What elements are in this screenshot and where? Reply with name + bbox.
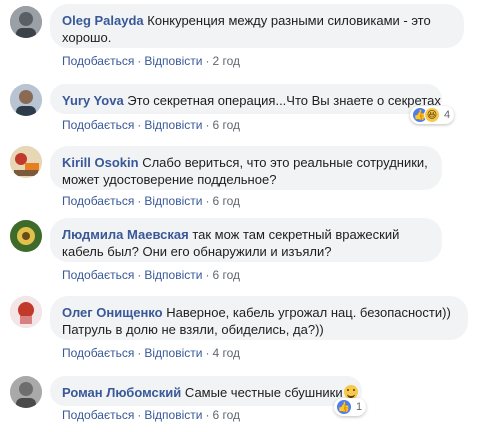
comment-actions: Подобається · Відповісти · 2 год bbox=[62, 53, 240, 69]
separator: · bbox=[137, 408, 142, 422]
separator: · bbox=[205, 118, 210, 132]
comment-actions: Подобається · Відповісти · 6 год bbox=[62, 193, 240, 209]
reply-link[interactable]: Відповісти bbox=[144, 268, 202, 282]
comment-time[interactable]: 4 год bbox=[212, 346, 240, 360]
haha-icon: 😆 bbox=[424, 107, 440, 123]
comment-time[interactable]: 6 год bbox=[212, 194, 240, 208]
separator: · bbox=[137, 268, 142, 282]
comment-bubble: Олег Онищенко Наверное, кабель угрожал н… bbox=[50, 296, 468, 340]
like-link[interactable]: Подобається bbox=[62, 408, 134, 422]
like-icon: 👍 bbox=[336, 399, 352, 415]
comment-actions: Подобається · Відповісти · 6 год bbox=[62, 267, 240, 283]
avatar[interactable] bbox=[10, 146, 42, 178]
comment-time[interactable]: 6 год bbox=[212, 408, 240, 422]
separator: · bbox=[205, 268, 210, 282]
avatar[interactable] bbox=[10, 84, 42, 116]
separator: · bbox=[205, 54, 210, 68]
comment-author[interactable]: Yury Yova bbox=[62, 93, 124, 108]
comment-author[interactable]: Kirill Osokin bbox=[62, 155, 139, 170]
reply-link[interactable]: Відповісти bbox=[144, 408, 202, 422]
comment-time[interactable]: 6 год bbox=[212, 268, 240, 282]
comment-actions: Подобається · Відповісти · 6 год bbox=[62, 407, 240, 423]
reaction-count: 4 bbox=[444, 109, 451, 121]
separator: · bbox=[137, 118, 142, 132]
comment-author[interactable]: Олег Онищенко bbox=[62, 305, 163, 320]
like-link[interactable]: Подобається bbox=[62, 346, 134, 360]
separator: · bbox=[137, 194, 142, 208]
avatar[interactable] bbox=[10, 296, 42, 328]
separator: · bbox=[137, 54, 142, 68]
separator: · bbox=[205, 408, 210, 422]
like-link[interactable]: Подобається bbox=[62, 268, 134, 282]
comment-actions: Подобається · Відповісти · 6 год bbox=[62, 117, 240, 133]
comment-bubble: Yury Yova Это секретная операция...Что В… bbox=[50, 84, 442, 114]
comment-text: Это секретная операция...Что Вы знаете о… bbox=[127, 93, 442, 108]
comment-author[interactable]: Людмила Маевская bbox=[62, 227, 189, 242]
avatar[interactable] bbox=[10, 6, 42, 38]
reaction-count: 1 bbox=[356, 401, 363, 413]
separator: · bbox=[205, 194, 210, 208]
comment-bubble: Kirill Osokin Слабо вериться, что это ре… bbox=[50, 146, 442, 190]
avatar[interactable] bbox=[10, 220, 42, 252]
reaction-summary[interactable]: 👍 😆 4 bbox=[410, 106, 455, 124]
comment-time[interactable]: 2 год bbox=[212, 54, 240, 68]
reply-link[interactable]: Відповісти bbox=[144, 54, 202, 68]
reply-link[interactable]: Відповісти bbox=[144, 346, 202, 360]
avatar[interactable] bbox=[10, 376, 42, 408]
comment-time[interactable]: 6 год bbox=[212, 118, 240, 132]
reply-link[interactable]: Відповісти bbox=[144, 194, 202, 208]
like-link[interactable]: Подобається bbox=[62, 54, 134, 68]
comment-author[interactable]: Роман Любомский bbox=[62, 385, 181, 400]
reaction-summary[interactable]: 👍 1 bbox=[334, 398, 367, 416]
comment-text: Самые честные сбушники bbox=[184, 385, 343, 400]
like-link[interactable]: Подобається bbox=[62, 118, 134, 132]
comment-bubble: Oleg Palayda Конкуренция между разными с… bbox=[50, 4, 464, 48]
reply-link[interactable]: Відповісти bbox=[144, 118, 202, 132]
grinning-emoji-icon bbox=[343, 385, 358, 399]
comment-actions: Подобається · Відповісти · 4 год bbox=[62, 345, 240, 361]
comment-bubble: Людмила Маевская так мож там секретный в… bbox=[50, 218, 442, 262]
like-link[interactable]: Подобається bbox=[62, 194, 134, 208]
comment-author[interactable]: Oleg Palayda bbox=[62, 13, 144, 28]
comment-bubble: Роман Любомский Самые честные сбушники bbox=[50, 376, 362, 406]
separator: · bbox=[205, 346, 210, 360]
separator: · bbox=[137, 346, 142, 360]
